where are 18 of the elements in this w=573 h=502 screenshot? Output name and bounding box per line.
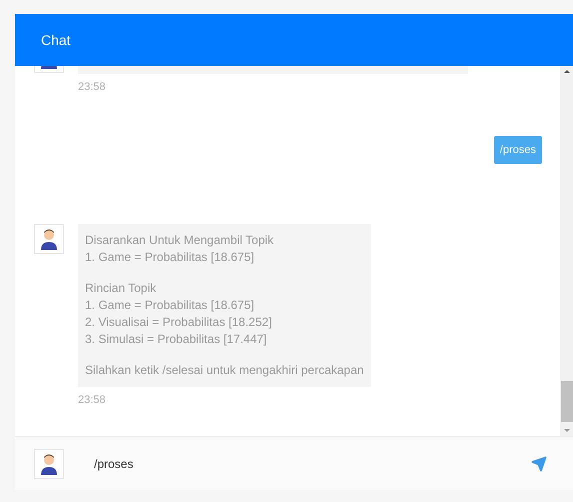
message-line: 3. Simulasi = Probabilitas [17.447] [85,331,268,348]
message-line: Disarankan Untuk Mengambil Topik [85,232,275,249]
message-input[interactable]: /proses [94,454,501,472]
send-icon[interactable] [531,456,547,472]
message-bubble: /proses [494,136,542,164]
scroll-thumb[interactable] [561,381,573,422]
chat-title: Chat [41,30,71,50]
message-line: Rincian Topik [85,280,158,297]
message-time: 23:58 [78,80,107,95]
message-time: 23:58 [78,393,107,408]
user-icon [40,228,58,250]
message-line: 1. Game = Probabilitas [18.675] [85,249,256,266]
scroll-down-icon [564,429,570,432]
scroll-up-icon [564,70,570,73]
message-line: 1. Game = Probabilitas [18.675] [85,297,256,314]
message-line: Silahkan ketik /selesai untuk mengakhiri percakapan [85,362,364,379]
user-icon [40,452,58,474]
message-line: 2. Visualisai = Probabilitas [18.252] [85,314,273,331]
